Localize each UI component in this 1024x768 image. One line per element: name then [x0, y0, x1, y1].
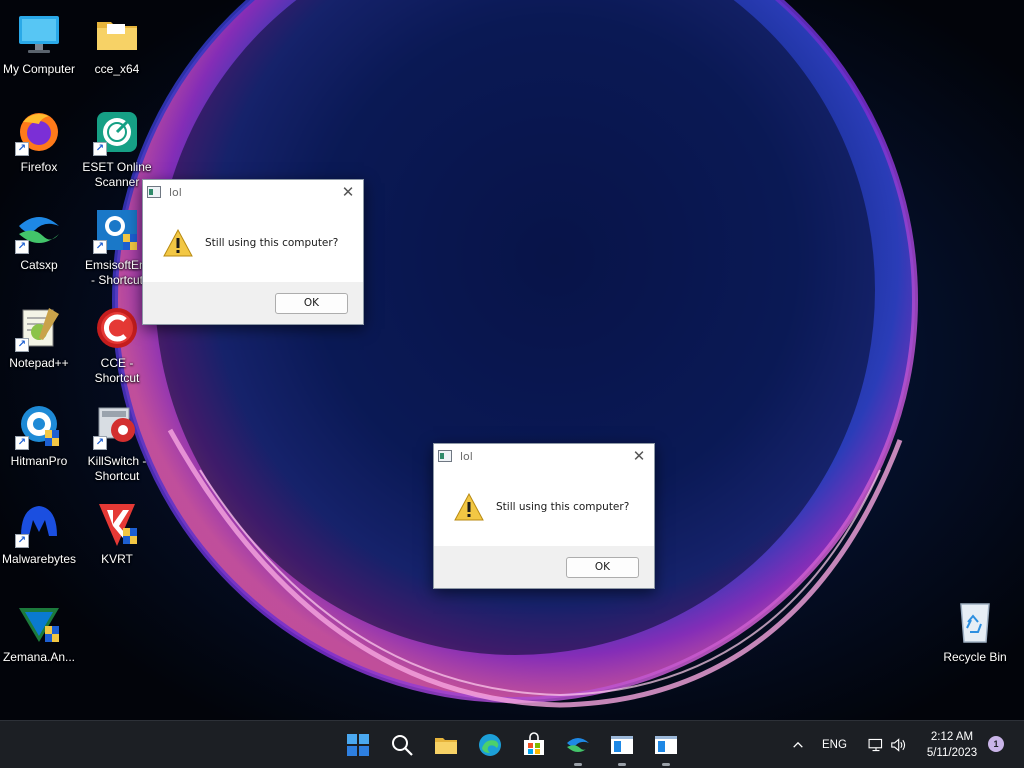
search-icon: [392, 735, 413, 756]
clock-time: 2:12 AM: [930, 731, 974, 743]
shortcut-arrow-icon: ↗: [15, 338, 29, 352]
dialog-body: Still using this computer?: [434, 468, 654, 546]
file-explorer-icon: [435, 738, 457, 754]
ok-button[interactable]: OK: [275, 293, 348, 314]
desktop-icon-cce-x64[interactable]: cce_x64: [78, 6, 156, 98]
desktop-icon-label: My Computer: [2, 62, 76, 76]
dialog-titlebar[interactable]: lol ✕: [434, 444, 654, 468]
chevron-up-icon: [793, 741, 803, 748]
desktop-icon-label: cce_x64: [94, 62, 140, 76]
ok-button[interactable]: OK: [566, 557, 639, 578]
emsisoft-icon: ↗: [93, 206, 141, 254]
desktop-icon-label: Notepad++: [9, 356, 69, 370]
comodo-cleaning-icon: [93, 304, 141, 352]
edge-button[interactable]: [472, 727, 508, 763]
taskbar: ENG 2:12 AM 5/11/2023: [0, 720, 1024, 768]
folder-icon: [93, 10, 141, 58]
notepad-plus-plus-icon: ↗: [15, 304, 63, 352]
shortcut-arrow-icon: ↗: [93, 142, 107, 156]
clock-date: 5/11/2023: [926, 747, 978, 759]
message-dialog[interactable]: lol ✕ Still using this computer? OK: [433, 443, 655, 589]
desktop-icon-label: KillSwitch -: [87, 454, 147, 468]
start-button[interactable]: [340, 727, 376, 763]
dialog-titlebar[interactable]: lol ✕: [143, 180, 363, 204]
catsxp-icon: ↗: [15, 206, 63, 254]
desktop-icon-label: ESET Online: [82, 160, 152, 174]
app-window-icon: [147, 186, 161, 198]
file-explorer-button[interactable]: [428, 727, 464, 763]
dialog-message: Still using this computer?: [496, 501, 630, 513]
store-icon: [524, 732, 544, 755]
desktop-icon-label-line2: Shortcut: [94, 469, 140, 483]
volume-icon: [891, 738, 906, 752]
show-hidden-icons-button[interactable]: [780, 727, 816, 763]
dialog-window-button[interactable]: [648, 727, 684, 766]
dialog-message: Still using this computer?: [205, 237, 339, 249]
kaspersky-icon: [93, 500, 141, 548]
malwarebytes-icon: ↗: [15, 500, 63, 548]
firefox-icon: ↗: [15, 108, 63, 156]
desktop-icon-label: Catsxp: [20, 258, 58, 272]
eset-scanner-icon: ↗: [93, 108, 141, 156]
close-icon[interactable]: ✕: [624, 444, 654, 468]
recycle-bin-icon: [951, 598, 999, 646]
notification-badge[interactable]: 1: [988, 736, 1004, 752]
dialog-window-icon: [611, 736, 633, 754]
dialog-title: lol: [169, 185, 182, 199]
shortcut-arrow-icon: ↗: [15, 436, 29, 450]
dialog-footer: OK: [143, 282, 363, 324]
running-indicator: [574, 763, 582, 766]
edge-icon: [479, 734, 501, 756]
desktop-icon-zemana[interactable]: Zemana.An...: [0, 594, 78, 686]
catsxp-icon: [567, 738, 589, 752]
message-dialog[interactable]: lol ✕ Still using this computer? OK: [142, 179, 364, 325]
desktop-icon-label-line2: Shortcut: [94, 371, 140, 385]
shortcut-arrow-icon: ↗: [93, 240, 107, 254]
warning-icon: [163, 229, 193, 257]
shortcut-arrow-icon: ↗: [15, 240, 29, 254]
desktop-icon-kvrt[interactable]: KVRT: [78, 496, 156, 588]
shortcut-arrow-icon: ↗: [93, 436, 107, 450]
desktop-icon-label: Malwarebytes: [1, 552, 77, 566]
language-indicator[interactable]: ENG: [822, 739, 847, 751]
app-window-icon: [438, 450, 452, 462]
desktop-icon-firefox[interactable]: ↗ Firefox: [0, 104, 78, 196]
desktop-icon-malwarebytes[interactable]: ↗ Malwarebytes: [0, 496, 78, 588]
desktop-icon-label: HitmanPro: [10, 454, 68, 468]
dialog-window-icon: [655, 736, 677, 754]
catsxp-taskbar-button[interactable]: [560, 727, 596, 766]
close-icon[interactable]: ✕: [333, 180, 363, 204]
desktop-icon-notepad-plus-plus[interactable]: ↗ Notepad++: [0, 300, 78, 392]
zemana-icon: [15, 598, 63, 646]
desktop-icon-label: KVRT: [101, 552, 133, 566]
dialog-body: Still using this computer?: [143, 204, 363, 282]
clock[interactable]: 2:12 AM 5/11/2023: [914, 729, 990, 761]
desktop-icon-killswitch[interactable]: ↗ KillSwitch - Shortcut: [78, 398, 156, 490]
hitmanpro-icon: ↗: [15, 402, 63, 450]
shortcut-arrow-icon: ↗: [15, 142, 29, 156]
desktop-icon-label: Firefox: [20, 160, 58, 174]
desktop-icon-label: Recycle Bin: [943, 650, 1007, 664]
running-indicator: [662, 763, 670, 766]
search-button[interactable]: [384, 727, 420, 763]
start-icon: [347, 734, 369, 756]
desktop-icon-catsxp[interactable]: ↗ Catsxp: [0, 202, 78, 294]
desktop-icon-label: CCE -: [100, 356, 134, 370]
dialog-footer: OK: [434, 546, 654, 588]
desktop-icon-label: Zemana.An...: [2, 650, 76, 664]
desktop-icon-recycle-bin[interactable]: Recycle Bin: [936, 594, 1014, 686]
shortcut-arrow-icon: ↗: [15, 534, 29, 548]
dialog-window-button[interactable]: [604, 727, 640, 766]
running-indicator: [618, 763, 626, 766]
monitor-icon: [15, 10, 63, 58]
volume-button[interactable]: [880, 727, 916, 763]
store-button[interactable]: [516, 727, 552, 763]
killswitch-icon: ↗: [93, 402, 141, 450]
dialog-title: lol: [460, 449, 473, 463]
warning-icon: [454, 493, 484, 521]
desktop-icon-my-computer[interactable]: My Computer: [0, 6, 78, 98]
desktop-icon-hitmanpro[interactable]: ↗ HitmanPro: [0, 398, 78, 490]
